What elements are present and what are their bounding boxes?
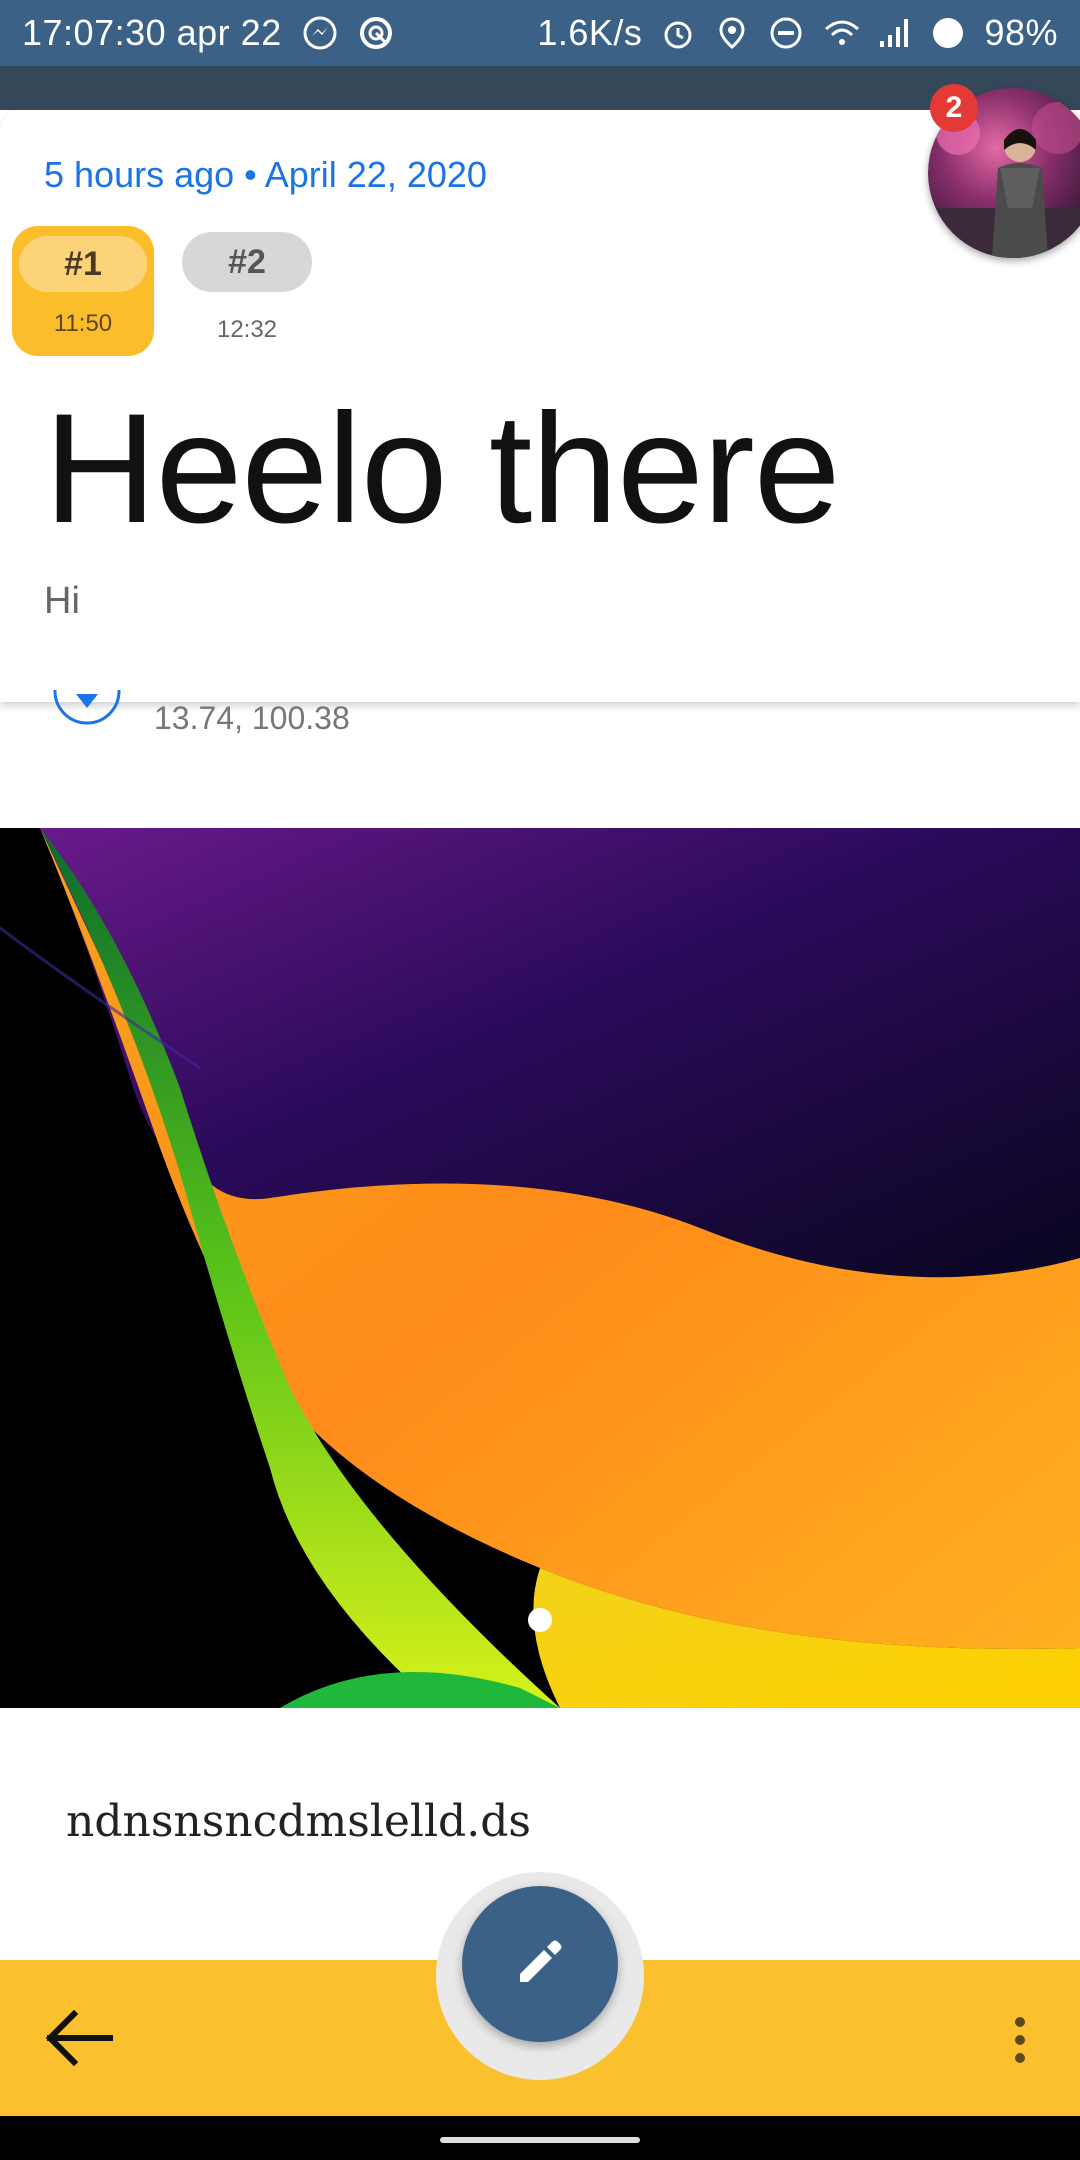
status-time: 17:07:30 apr 22 <box>22 12 282 53</box>
messenger-icon <box>302 15 338 51</box>
note-date: 5 hours ago • April 22, 2020 <box>44 154 487 195</box>
battery-level: 98% <box>984 12 1058 53</box>
do-not-disturb-icon <box>768 15 804 51</box>
app-bar-strip <box>0 66 1080 110</box>
note-image[interactable] <box>0 828 1080 1708</box>
more-options-button[interactable] <box>1000 2010 1040 2070</box>
alarm-icon <box>660 15 696 51</box>
location-pin-icon <box>52 690 122 726</box>
note-body: ndnsnsncdmslelld.ds <box>66 1796 531 1847</box>
network-speed: 1.6K/s <box>537 12 643 53</box>
signal-icon <box>876 15 912 51</box>
back-button[interactable] <box>40 2002 120 2074</box>
version-time: 11:50 <box>53 310 113 337</box>
profile-avatar[interactable]: 2 <box>928 84 1080 258</box>
note-title: Heelo there <box>44 382 841 556</box>
version-label: #1 <box>19 236 147 292</box>
home-gesture-handle[interactable] <box>440 2137 640 2143</box>
version-chip-2[interactable]: #2 12:32 <box>182 232 312 344</box>
notification-badge: 2 <box>930 84 978 132</box>
location-status-icon <box>714 15 750 51</box>
more-vert-icon <box>1000 2017 1040 2074</box>
version-chip-1[interactable]: #1 11:50 <box>12 226 154 356</box>
location-coordinates: 13.74, 100.38 <box>154 700 350 736</box>
note-subtitle: Hi <box>44 580 80 622</box>
pencil-icon <box>512 1934 568 1995</box>
arrow-back-icon <box>40 2009 120 2078</box>
image-page-indicator <box>528 1608 552 1632</box>
version-label: #2 <box>182 232 312 292</box>
status-bar: 17:07:30 apr 22 1.6K/s 98% <box>0 0 1080 66</box>
battery-icon <box>930 15 966 51</box>
wifi-icon <box>822 15 860 51</box>
sync-icon <box>358 15 394 51</box>
note-header-card: 5 hours ago • April 22, 2020 #1 11:50 #2… <box>0 110 1080 702</box>
version-time: 12:32 <box>216 316 278 343</box>
edit-button[interactable] <box>462 1886 618 2042</box>
